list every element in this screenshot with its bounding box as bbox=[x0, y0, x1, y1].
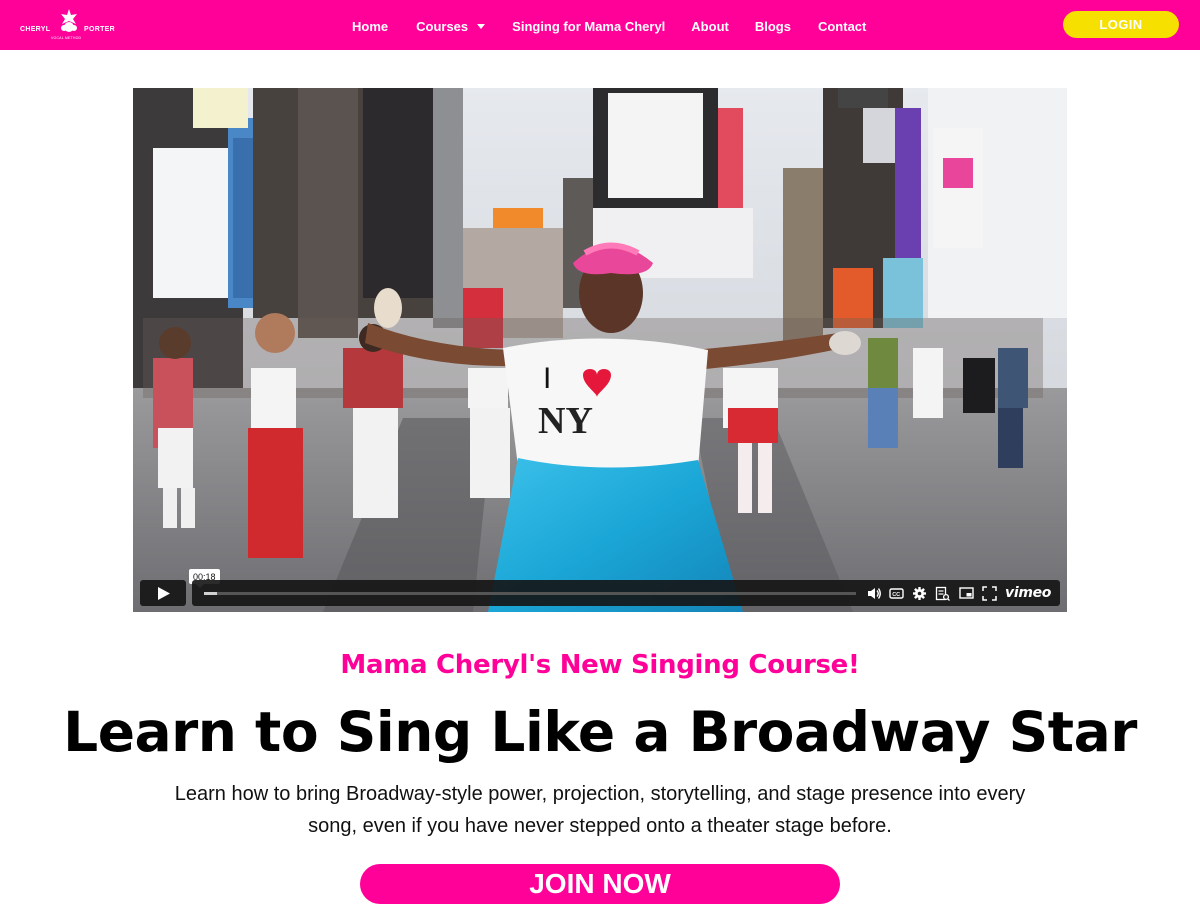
svg-text:I: I bbox=[543, 362, 551, 395]
course-eyebrow: Mama Cheryl's New Singing Course! bbox=[340, 650, 860, 680]
main-menu: Home Courses Singing for Mama Cheryl Abo… bbox=[352, 17, 866, 35]
nav-contact[interactable]: Contact bbox=[818, 19, 866, 34]
nav-home[interactable]: Home bbox=[352, 19, 388, 34]
volume-icon[interactable] bbox=[867, 586, 882, 601]
site-logo[interactable]: CHERYL PORTER VOCAL METHOD bbox=[18, 8, 120, 42]
nav-courses-label: Courses bbox=[416, 18, 469, 34]
nav-home-label: Home bbox=[352, 18, 389, 34]
progress-bar[interactable] bbox=[204, 592, 856, 595]
video-control-bar: CC vimeo bbox=[192, 580, 1060, 606]
play-icon bbox=[158, 587, 170, 600]
transcript-icon[interactable] bbox=[935, 586, 950, 601]
nav-blogs-label: Blogs bbox=[754, 18, 791, 34]
closed-captions-icon[interactable]: CC bbox=[889, 586, 904, 601]
course-description: Learn how to bring Broadway-style power,… bbox=[174, 783, 1026, 837]
video-player[interactable]: I NY 00:18 CC vimeo bbox=[133, 88, 1067, 612]
settings-icon[interactable] bbox=[912, 586, 927, 601]
nav-singing-for-mama-cheryl[interactable]: Singing for Mama Cheryl bbox=[512, 19, 665, 34]
nav-contact-label: Contact bbox=[817, 18, 867, 34]
vimeo-logo[interactable]: vimeo bbox=[1005, 585, 1051, 601]
nav-blogs[interactable]: Blogs bbox=[755, 19, 791, 34]
progress-fill bbox=[204, 592, 218, 595]
crown-star-icon bbox=[61, 9, 77, 32]
logo-word-left: CHERYL bbox=[20, 26, 51, 33]
fullscreen-icon[interactable] bbox=[982, 586, 997, 601]
logo-subtitle: VOCAL METHOD bbox=[51, 36, 82, 40]
play-button[interactable] bbox=[140, 580, 186, 606]
nav-about-label: About bbox=[691, 18, 729, 34]
join-now-button[interactable]: JOIN NOW bbox=[360, 864, 840, 904]
page-title: Learn to Sing Like a Broadway Star bbox=[63, 700, 1137, 764]
chevron-down-icon bbox=[477, 23, 486, 29]
top-nav: CHERYL PORTER VOCAL METHOD Home Courses … bbox=[0, 0, 1200, 50]
logo-word-right: PORTER bbox=[84, 26, 115, 33]
nav-singing-label: Singing for Mama Cheryl bbox=[512, 18, 666, 34]
svg-text:CC: CC bbox=[892, 592, 900, 598]
login-button[interactable]: LOGIN bbox=[1063, 11, 1179, 38]
nav-about[interactable]: About bbox=[691, 19, 729, 34]
video-frame-image: I NY bbox=[133, 88, 1067, 612]
svg-text:NY: NY bbox=[538, 400, 593, 442]
picture-in-picture-icon[interactable] bbox=[959, 586, 974, 601]
nav-courses[interactable]: Courses bbox=[416, 18, 486, 34]
